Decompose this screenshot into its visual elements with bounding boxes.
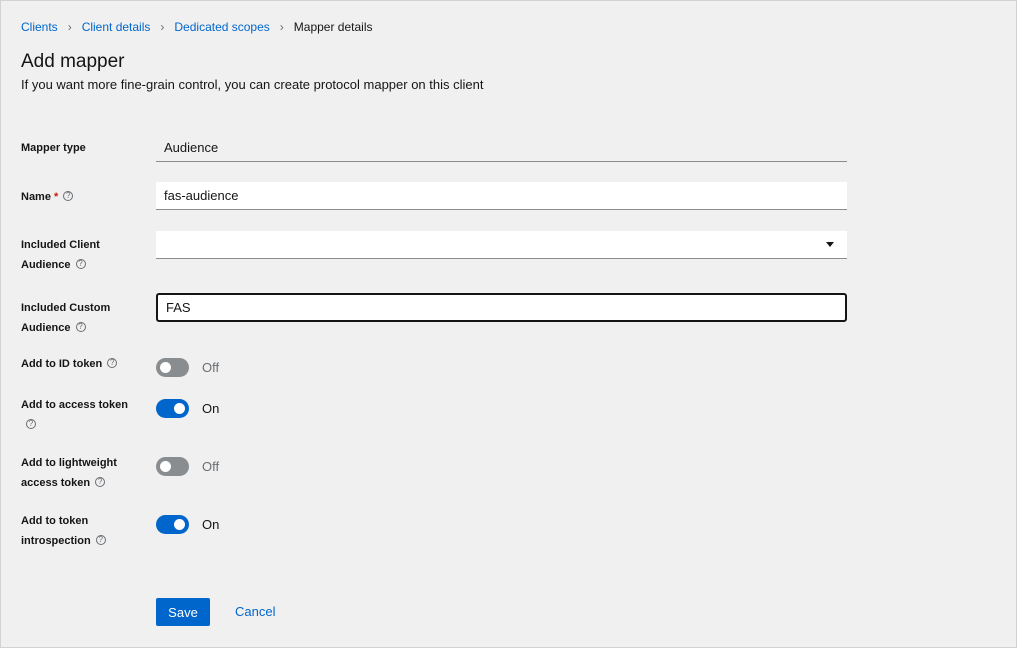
add-to-lightweight-access-token-switch[interactable] bbox=[156, 457, 189, 476]
save-button[interactable]: Save bbox=[156, 598, 210, 626]
breadcrumb-separator-icon: › bbox=[279, 20, 284, 34]
included-custom-audience-input[interactable] bbox=[156, 293, 847, 322]
help-icon[interactable]: ? bbox=[26, 419, 36, 430]
switch-knob bbox=[160, 362, 171, 373]
included-client-audience-label: Included Client Audience? bbox=[21, 239, 100, 271]
help-icon[interactable]: ? bbox=[75, 259, 86, 270]
add-to-id-token-label: Add to ID token? bbox=[21, 354, 141, 374]
switch-knob bbox=[160, 461, 171, 472]
page-title: Add mapper bbox=[21, 51, 125, 72]
included-client-audience-select[interactable] bbox=[156, 231, 847, 259]
add-to-token-introspection-switch[interactable] bbox=[156, 515, 189, 534]
switch-knob bbox=[174, 403, 185, 414]
page-description: If you want more fine-grain control, you… bbox=[21, 77, 484, 92]
add-to-token-introspection-label: Add to token introspection? bbox=[21, 511, 141, 551]
help-icon[interactable]: ? bbox=[95, 477, 106, 488]
add-to-lightweight-access-token-toggle-row: Off bbox=[156, 457, 219, 476]
help-icon[interactable]: ? bbox=[63, 191, 74, 202]
mapper-type-label: Mapper type bbox=[21, 142, 86, 154]
included-custom-audience-label: Included Custom Audience? bbox=[21, 302, 111, 334]
add-to-access-token-toggle-row: On bbox=[156, 399, 219, 418]
name-input[interactable] bbox=[156, 182, 847, 210]
add-to-id-token-switch[interactable] bbox=[156, 358, 189, 377]
add-to-id-token-state: Off bbox=[202, 360, 220, 375]
page-frame: Clients › Client details › Dedicated sco… bbox=[0, 0, 1017, 648]
breadcrumb-current: Mapper details bbox=[293, 20, 373, 34]
cancel-button[interactable]: Cancel bbox=[235, 598, 275, 626]
add-to-token-introspection-toggle-row: On bbox=[156, 515, 219, 534]
add-to-access-token-label: Add to access token? bbox=[21, 399, 128, 430]
help-icon[interactable]: ? bbox=[75, 322, 86, 333]
add-to-lightweight-access-token-state: Off bbox=[202, 459, 220, 474]
mapper-type-value: Audience bbox=[156, 134, 847, 162]
add-to-access-token-switch[interactable] bbox=[156, 399, 189, 418]
breadcrumb-separator-icon: › bbox=[67, 20, 72, 34]
breadcrumb-link-client-details[interactable]: Client details bbox=[82, 20, 151, 34]
switch-knob bbox=[174, 519, 185, 530]
breadcrumb-separator-icon: › bbox=[160, 20, 165, 34]
caret-down-icon bbox=[826, 242, 834, 247]
add-to-token-introspection-state: On bbox=[202, 517, 220, 532]
name-label: Name *? bbox=[21, 187, 141, 207]
add-to-id-token-toggle-row: Off bbox=[156, 358, 219, 377]
required-indicator: * bbox=[53, 191, 59, 203]
add-to-access-token-state: On bbox=[202, 401, 220, 416]
breadcrumb-link-clients[interactable]: Clients bbox=[21, 20, 58, 34]
add-to-lightweight-access-token-label: Add to lightweight access token? bbox=[21, 457, 117, 489]
help-icon[interactable]: ? bbox=[95, 535, 106, 546]
breadcrumb-link-dedicated-scopes[interactable]: Dedicated scopes bbox=[174, 20, 269, 34]
help-icon[interactable]: ? bbox=[107, 358, 118, 369]
breadcrumb: Clients › Client details › Dedicated sco… bbox=[21, 20, 373, 34]
